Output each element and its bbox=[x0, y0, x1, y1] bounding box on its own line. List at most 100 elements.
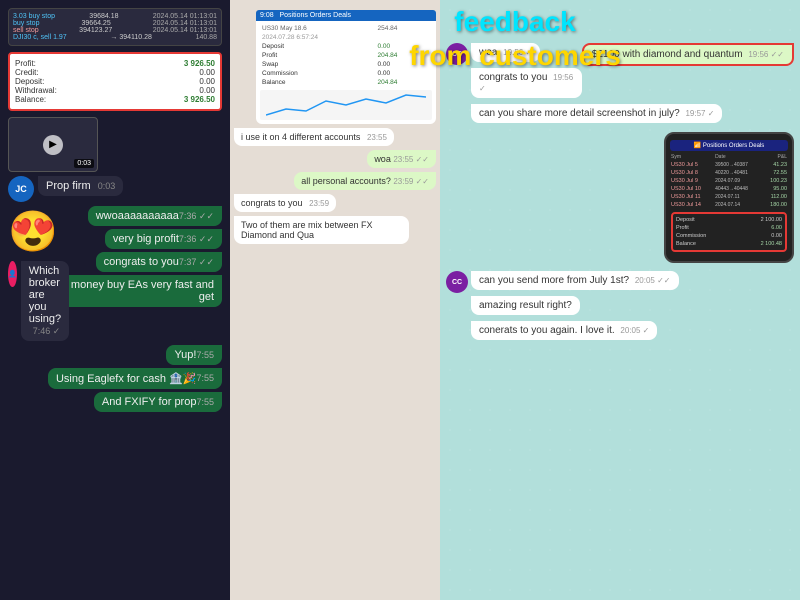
conerats-bubble: conerats to you again. I love it. 20:05 … bbox=[471, 321, 657, 340]
trade-type: 3.03 buy stop bbox=[13, 13, 55, 20]
balance-label: Balance: bbox=[15, 95, 46, 104]
yup-bubble: Yup! 7:55 bbox=[166, 345, 222, 365]
profit-row-profit: Profit: 3 926.50 bbox=[15, 59, 215, 68]
sh-balance-val: 204.84 bbox=[375, 78, 432, 87]
right-chat-panel: $2100 with diamond and quantum 19:56 ✓✓ … bbox=[440, 0, 800, 600]
profit-value: 3 926.50 bbox=[184, 59, 215, 68]
sum-profit: Profit 6.00 bbox=[675, 224, 783, 232]
play-button[interactable]: ▶ bbox=[43, 135, 63, 155]
cc-avatar-2: CC bbox=[446, 271, 468, 293]
sh-col1: US30 May 18.6 bbox=[260, 24, 375, 33]
congrats-mid-bubble: congrats to you 23:59 bbox=[234, 194, 336, 212]
ph-sym-1: US30 Jul 5 bbox=[670, 161, 714, 169]
trade-item-1: 3.03 buy stop 39684.18 2024.05.14 01:13:… bbox=[13, 13, 217, 20]
amazing-result-row: amazing result right? bbox=[446, 296, 794, 318]
ph-date-3: 2024.07.09 bbox=[714, 177, 762, 185]
ph-date-2: 40220→40481 bbox=[714, 169, 762, 177]
sum-dep-val: 2 100.00 bbox=[738, 216, 783, 224]
sh-profit-label: Profit bbox=[260, 51, 375, 60]
trade-date: 2024.05.14 01:13:01 bbox=[153, 27, 217, 34]
ph-sym-3: US30 Jul 9 bbox=[670, 177, 714, 185]
woa-right-bubble: woa 19:56 ✓ bbox=[471, 43, 540, 62]
ph-date-6: 2024.07.14 bbox=[714, 201, 762, 209]
ph-col-date: Date bbox=[714, 153, 762, 161]
screenshot-table: US30 May 18.6 254.84 2024.07.28 6:57:24 … bbox=[260, 24, 432, 87]
withdrawal-label: Withdrawal: bbox=[15, 86, 57, 95]
ph-sym-4: US30 Jul 10 bbox=[670, 185, 714, 193]
phone-header: 📶 Positions Orders Deals bbox=[670, 140, 788, 151]
middle-chat-bg: 9:08 Positions Orders Deals US30 May 18.… bbox=[230, 0, 440, 600]
profit-row-credit: Credit: 0.00 bbox=[15, 68, 215, 77]
prop-firm-message: JC Prop firm 0:03 bbox=[8, 176, 222, 202]
screenshot-row-header: US30 May 18.6 254.84 bbox=[260, 24, 432, 33]
use-4-accounts-bubble: i use it on 4 different accounts 23:55 bbox=[234, 128, 394, 146]
jc-avatar: JC bbox=[8, 176, 34, 202]
trade-price: 39664.25 bbox=[82, 20, 111, 27]
trade-type: buy stop bbox=[13, 20, 39, 27]
profit-row-deposit: Deposit: 0.00 bbox=[15, 77, 215, 86]
phone-signal: 📶 Positions Orders Deals bbox=[694, 143, 765, 149]
credit-value: 0.00 bbox=[199, 68, 215, 77]
ph-row-6: US30 Jul 14 2024.07.14 180.00 bbox=[670, 201, 788, 209]
detail-screenshot-time: 19:57 ✓ bbox=[685, 109, 714, 118]
profit-stats-box: Profit: 3 926.50 Credit: 0.00 Deposit: 0… bbox=[8, 52, 222, 111]
woa-time: 7:36 ✓✓ bbox=[179, 211, 214, 222]
sh-commission-label: Commission bbox=[260, 69, 375, 78]
screenshot-swap-row: Swap 0.00 bbox=[260, 60, 432, 69]
profit-row-balance: Balance: 3 926.50 bbox=[15, 95, 215, 104]
chart-svg bbox=[266, 91, 426, 119]
cc-avatar: CC bbox=[446, 43, 468, 65]
trade-history-box: 3.03 buy stop 39684.18 2024.05.14 01:13:… bbox=[8, 8, 222, 46]
prop-firm-time: 0:03 bbox=[98, 181, 116, 191]
sh-profit-val: 204.84 bbox=[375, 51, 432, 60]
congrats-bubble: congrats to you 7:37 ✓✓ bbox=[96, 252, 222, 272]
congrats-right-bubble: congrats to you 19:56 ✓ bbox=[471, 68, 582, 98]
trade-date: 2024.05.14 01:13:01 bbox=[153, 13, 217, 20]
deposit-value: 0.00 bbox=[199, 77, 215, 86]
video-thumbnail[interactable]: ▶ 0:03 bbox=[8, 117, 98, 172]
trade-price: 39684.18 bbox=[89, 13, 118, 20]
congrats-right-text: congrats to you bbox=[479, 72, 547, 83]
ph-summary-row: Deposit 2 100.00 Profit 6.00 Commission bbox=[670, 209, 788, 255]
trade-price: → 394110.28 bbox=[110, 34, 152, 41]
congrats-right-row: congrats to you 19:56 ✓ bbox=[446, 68, 582, 101]
woa-mid-text: woa bbox=[374, 154, 391, 164]
ph-profit-2: 72.55 bbox=[762, 169, 788, 177]
two-accounts-text: Two of them are mix between FX Diamond a… bbox=[241, 220, 373, 240]
sh-deposit-label: Deposit bbox=[260, 42, 375, 51]
sum-deposit: Deposit 2 100.00 bbox=[675, 216, 783, 224]
broker-question-row: 👤 Which broker are you using? 7:46 ✓ bbox=[8, 261, 22, 341]
ph-col-profit: P&L bbox=[762, 153, 788, 161]
middle-chat-panel: 9:08 Positions Orders Deals US30 May 18.… bbox=[230, 0, 440, 600]
ph-row-5: US30 Jul 11 2024.07.11 112.00 bbox=[670, 193, 788, 201]
main-container: feedback from customers 3.03 buy stop 39… bbox=[0, 0, 800, 600]
conerats-time: 20:05 ✓ bbox=[620, 326, 649, 335]
trade-item-4: DJI30 c, sell 1.97 → 394110.28 140.88 bbox=[13, 34, 217, 41]
ph-date-5: 2024.07.11 bbox=[714, 193, 762, 201]
trade-type: sell stop bbox=[13, 27, 39, 34]
sh-deposit-val: 0.00 bbox=[375, 42, 432, 51]
conerats-text: conerats to you again. I love it. bbox=[479, 325, 615, 336]
trade-price: 394123.27 bbox=[79, 27, 112, 34]
sh-swap-val: 0.00 bbox=[375, 60, 432, 69]
deposit-label: Deposit: bbox=[15, 77, 44, 86]
personal-accounts-time: 23:59 ✓✓ bbox=[393, 177, 429, 186]
ph-row-1: US30 Jul 5 39500→40387 41.23 bbox=[670, 161, 788, 169]
trade-item-3: sell stop 394123.27 2024.05.14 01:13:01 bbox=[13, 27, 217, 34]
woa-right-text: woa bbox=[479, 47, 497, 58]
ph-profit-4: 95.00 bbox=[762, 185, 788, 193]
send-more-time: 20:05 ✓✓ bbox=[635, 276, 671, 285]
ph-profit-1: 41.23 bbox=[762, 161, 788, 169]
sum-profit-val: 6.00 bbox=[738, 224, 783, 232]
use-4-accounts-time: 23:55 bbox=[367, 133, 387, 142]
user-avatar: 👤 bbox=[8, 261, 17, 287]
phone-trade-table: Sym Date P&L US30 Jul 5 39500→40387 41.2… bbox=[670, 153, 788, 255]
broker-question-time: 7:46 ✓ bbox=[33, 326, 61, 336]
screenshot-time: 9:08 bbox=[260, 12, 274, 19]
amazing-result-bubble: amazing result right? bbox=[471, 296, 580, 315]
eaglefx-time: 7:55 bbox=[196, 373, 214, 383]
trade-date: 140.88 bbox=[196, 34, 217, 41]
ph-row-2: US30 Jul 8 40220→40481 72.55 bbox=[670, 169, 788, 177]
ph-profit-6: 180.00 bbox=[762, 201, 788, 209]
screenshot-commission-row: Commission 0.00 bbox=[260, 69, 432, 78]
